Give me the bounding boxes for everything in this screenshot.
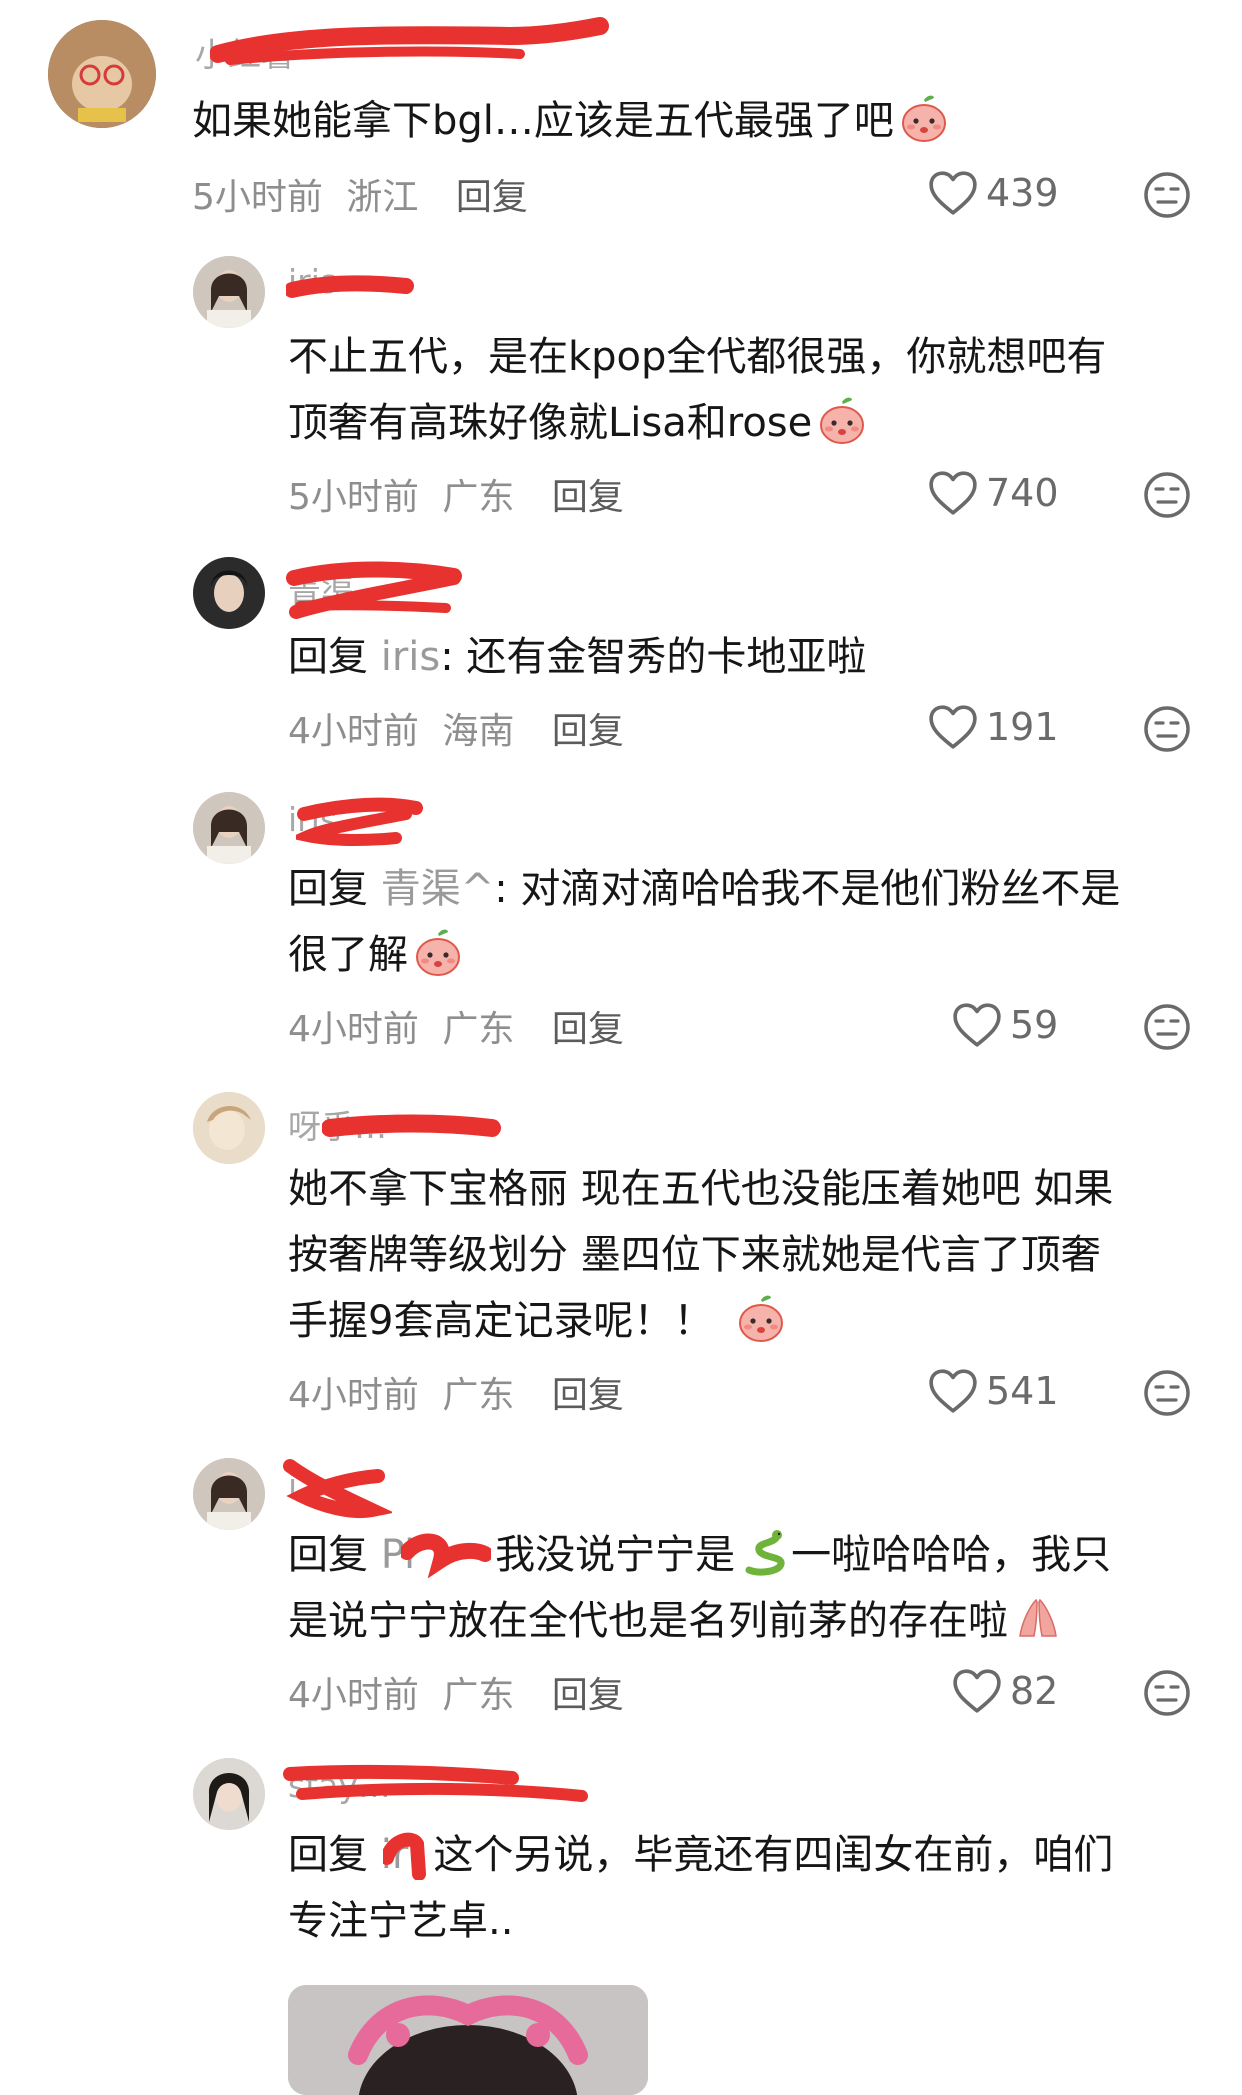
snake-emoji — [739, 1526, 791, 1578]
redaction-scribble — [380, 1832, 427, 1881]
comment-text: 不止五代，是在kpop全代都很强，你就想吧有 顶奢有高珠好像就Lisa和rose — [288, 334, 1107, 446]
peach-face-emoji — [898, 92, 950, 144]
location: 广东 — [442, 1009, 515, 1050]
comment-text: 她不拿下宝格丽 现在五代也没能压着她吧 如果 按奢牌等级划分 墨四位下来就她是代… — [288, 1166, 1114, 1344]
comment-text: 回复 Pi 我没说宁宁是 一啦哈哈哈，我只 是说宁宁放在全代也是名列前茅的存在啦 — [288, 1522, 1111, 1654]
comment-text: 回复 iris: 还有金智秀的卡地亚啦 — [288, 634, 867, 680]
peach-face-emoji — [816, 394, 868, 446]
timestamp: 4小时前 — [288, 1009, 419, 1050]
comment-meta: 4小时前 海南 回复 — [288, 702, 624, 754]
dislike-icon[interactable] — [1142, 1002, 1192, 1052]
comment-text: 回复 青渠^: 对滴对滴哈哈我不是他们粉丝不是 很了解 — [288, 866, 1121, 978]
comment-text: 回复 iri 这个另说，毕竟还有四闺女在前，咱们 专注宁艺卓.. — [288, 1832, 1114, 1944]
peach-face-emoji — [412, 926, 464, 978]
location: 广东 — [442, 477, 515, 518]
reply-button[interactable]: 回复 — [552, 711, 624, 752]
dislike-icon[interactable] — [1142, 1368, 1192, 1418]
like-count: 82 — [1010, 1669, 1059, 1713]
attached-image[interactable] — [288, 1985, 648, 2095]
reply-button[interactable]: 回复 — [456, 177, 528, 218]
like-button[interactable]: 541 — [928, 1368, 1059, 1414]
avatar[interactable] — [48, 20, 156, 128]
avatar[interactable] — [193, 1758, 265, 1830]
location: 浙江 — [346, 177, 419, 218]
comment-meta: 4小时前 广东 回复 — [288, 1366, 624, 1418]
like-count: 439 — [986, 171, 1059, 215]
like-count: 541 — [986, 1369, 1059, 1413]
timestamp: 4小时前 — [288, 1675, 419, 1716]
dislike-icon[interactable] — [1142, 704, 1192, 754]
timestamp: 4小时前 — [288, 1375, 419, 1416]
dislike-icon[interactable] — [1142, 470, 1192, 520]
comment-meta: 4小时前 广东 回复 — [288, 1000, 624, 1052]
heart-icon — [928, 170, 978, 216]
avatar[interactable] — [193, 256, 265, 328]
heart-icon — [952, 1668, 1002, 1714]
heart-icon — [928, 1368, 978, 1414]
location: 广东 — [442, 1675, 515, 1716]
reply-button[interactable]: 回复 — [552, 1675, 624, 1716]
like-button[interactable]: 82 — [952, 1668, 1058, 1714]
timestamp: 4小时前 — [288, 711, 419, 752]
redaction-scribble — [399, 1533, 494, 1579]
timestamp: 5小时前 — [192, 177, 323, 218]
like-count: 191 — [986, 705, 1059, 749]
heart-icon — [952, 1002, 1002, 1048]
comment-meta: 5小时前 广东 回复 — [288, 468, 624, 520]
redaction-scribble — [210, 17, 609, 65]
praying-hands-emoji — [1012, 1592, 1064, 1644]
reply-target-link[interactable]: 青渠^ — [381, 866, 495, 912]
timestamp: 5小时前 — [288, 477, 419, 518]
avatar[interactable] — [193, 792, 265, 864]
redaction-scribble — [296, 797, 423, 846]
redaction-scribble — [286, 275, 414, 298]
dislike-icon[interactable] — [1142, 170, 1192, 220]
reply-target-link[interactable]: iris — [381, 634, 441, 680]
reply-button[interactable]: 回复 — [552, 1009, 624, 1050]
comment-meta: 4小时前 广东 回复 — [288, 1666, 624, 1718]
redaction-scribble — [322, 1114, 501, 1137]
comment-text: 如果她能拿下bgl…应该是五代最强了吧 — [192, 88, 950, 154]
like-count: 59 — [1010, 1003, 1059, 1047]
peach-face-emoji — [735, 1292, 787, 1344]
like-button[interactable]: 59 — [952, 1002, 1058, 1048]
location: 广东 — [442, 1375, 515, 1416]
heart-icon — [928, 470, 978, 516]
dislike-icon[interactable] — [1142, 1668, 1192, 1718]
like-button[interactable]: 740 — [928, 470, 1059, 516]
reply-button[interactable]: 回复 — [552, 1375, 624, 1416]
comment-meta: 5小时前 浙江 回复 — [192, 168, 528, 220]
location: 海南 — [442, 711, 515, 752]
avatar[interactable] — [193, 1092, 265, 1164]
reply-button[interactable]: 回复 — [552, 477, 624, 518]
like-button[interactable]: 439 — [928, 170, 1059, 216]
redaction-scribble — [286, 561, 462, 619]
like-count: 740 — [986, 471, 1059, 515]
avatar[interactable] — [193, 557, 265, 629]
redaction-scribble — [283, 1764, 588, 1802]
heart-icon — [928, 704, 978, 750]
avatar[interactable] — [193, 1458, 265, 1530]
like-button[interactable]: 191 — [928, 704, 1059, 750]
